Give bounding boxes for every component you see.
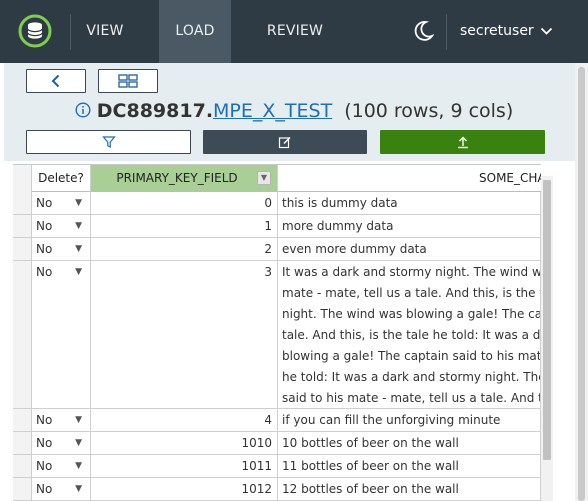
- back-button[interactable]: [26, 69, 86, 93]
- row-col-count: (100 rows, 9 cols): [344, 100, 514, 122]
- row-header[interactable]: [13, 261, 32, 409]
- delete-select[interactable]: No ▼: [32, 432, 91, 455]
- grid-header: Delete? PRIMARY_KEY_FIELD ▼ SOME_CHA: [13, 165, 541, 192]
- nav-review[interactable]: REVIEW: [252, 0, 338, 63]
- column-menu-icon[interactable]: ▼: [257, 171, 271, 185]
- some-char-cell[interactable]: 10 bottles of beer on the wall: [278, 432, 541, 455]
- cell-text-line: It was a dark and stormy night. The wind…: [282, 265, 540, 279]
- user-menu[interactable]: secretuser: [460, 0, 534, 63]
- upload-button[interactable]: [380, 130, 545, 154]
- row-header[interactable]: [13, 238, 32, 261]
- primary-key-cell[interactable]: 3: [91, 261, 278, 409]
- row-header[interactable]: [13, 455, 32, 478]
- column-header-primary-key[interactable]: PRIMARY_KEY_FIELD ▼: [91, 165, 278, 192]
- dataset-title: DC889817.MPE_X_TEST (100 rows, 9 cols): [4, 97, 584, 125]
- row-header[interactable]: [13, 215, 32, 238]
- title-dot: .: [205, 100, 214, 122]
- delete-select[interactable]: No ▼: [32, 455, 91, 478]
- primary-key-cell[interactable]: 1010: [91, 432, 278, 455]
- row-header[interactable]: [13, 478, 32, 501]
- delete-select[interactable]: No ▼: [32, 409, 91, 432]
- dark-mode-moon-icon[interactable]: [412, 20, 434, 42]
- dropdown-arrow-icon: ▼: [75, 484, 82, 494]
- some-char-cell[interactable]: this is dummy data: [278, 192, 541, 215]
- some-char-cell[interactable]: more dummy data: [278, 215, 541, 238]
- primary-key-cell[interactable]: 1012: [91, 478, 278, 501]
- nav-divider: [446, 14, 447, 50]
- grid-icon: [118, 74, 138, 88]
- some-char-cell[interactable]: even more dummy data: [278, 238, 541, 261]
- row-header[interactable]: [13, 192, 32, 215]
- app-logo-icon[interactable]: [18, 14, 52, 48]
- some-char-cell[interactable]: It was a dark and stormy night. The wind…: [278, 261, 541, 409]
- grid-vertical-scrollbar[interactable]: [541, 176, 553, 501]
- cell-text-line: night. The wind was blowing a gale! The …: [282, 307, 540, 321]
- nav-load[interactable]: LOAD: [159, 0, 231, 63]
- grid-scroll-thumb[interactable]: [543, 180, 551, 460]
- some-char-cell[interactable]: if you can fill the unforgiving minute: [278, 409, 541, 432]
- cell-text-line: mate - mate, tell us a tale. And this, i…: [282, 286, 540, 300]
- cell-text-line: said to his mate - mate, tell us a tale.…: [282, 391, 540, 405]
- filter-button[interactable]: [26, 130, 191, 154]
- column-header-delete[interactable]: Delete?: [32, 165, 91, 192]
- some-char-cell[interactable]: 11 bottles of beer on the wall: [278, 455, 541, 478]
- filter-icon: [101, 136, 116, 148]
- edit-icon: [278, 137, 291, 149]
- chevron-left-icon: [51, 74, 60, 88]
- dataset-link[interactable]: MPE_X_TEST: [213, 100, 332, 122]
- delete-select[interactable]: No ▼: [32, 192, 91, 215]
- cell-text-line: he told: It was a dark and stormy night.…: [282, 370, 540, 384]
- data-grid: Delete? PRIMARY_KEY_FIELD ▼ SOME_CHA No ▼…: [13, 164, 541, 501]
- cell-text-line: blowing a gale! The captain said to his …: [282, 349, 540, 363]
- delete-select[interactable]: No ▼: [32, 238, 91, 261]
- primary-key-cell[interactable]: 0: [91, 192, 278, 215]
- page-scroll-thumb[interactable]: [578, 67, 585, 501]
- row-header[interactable]: [13, 432, 32, 455]
- chevron-down-icon[interactable]: [540, 26, 553, 36]
- nav-view[interactable]: VIEW: [72, 0, 138, 63]
- dropdown-arrow-icon: ▼: [75, 198, 82, 208]
- primary-key-cell[interactable]: 1: [91, 215, 278, 238]
- info-icon[interactable]: [75, 102, 91, 118]
- upload-icon: [457, 136, 468, 149]
- nav-divider: [70, 14, 71, 50]
- primary-key-cell[interactable]: 4: [91, 409, 278, 432]
- top-nav: VIEW LOAD REVIEW secretuser: [0, 0, 588, 63]
- header-corner: [13, 165, 32, 192]
- dropdown-arrow-icon: ▼: [75, 461, 82, 471]
- dropdown-arrow-icon: ▼: [75, 244, 82, 254]
- delete-select[interactable]: No ▼: [32, 261, 91, 409]
- primary-key-cell[interactable]: 2: [91, 238, 278, 261]
- column-header-label: PRIMARY_KEY_FIELD: [116, 171, 238, 185]
- primary-key-cell[interactable]: 1011: [91, 455, 278, 478]
- dropdown-arrow-icon: ▼: [75, 415, 82, 425]
- column-header-some-char[interactable]: SOME_CHA: [278, 165, 541, 192]
- cell-text-line: tale. And this, is the tale he told: It …: [282, 328, 540, 342]
- edit-button[interactable]: [203, 130, 367, 154]
- delete-select[interactable]: No ▼: [32, 478, 91, 501]
- delete-select[interactable]: No ▼: [32, 215, 91, 238]
- dropdown-arrow-icon: ▼: [75, 267, 82, 277]
- grid-view-button[interactable]: [98, 69, 158, 93]
- some-char-cell[interactable]: 12 bottles of beer on the wall: [278, 478, 541, 501]
- page-scrollbar[interactable]: [575, 63, 588, 501]
- dropdown-arrow-icon: ▼: [75, 438, 82, 448]
- dropdown-arrow-icon: ▼: [75, 221, 82, 231]
- row-header[interactable]: [13, 409, 32, 432]
- library-name: DC889817: [96, 100, 206, 122]
- dataset-toolbar: DC889817.MPE_X_TEST (100 rows, 9 cols): [4, 63, 584, 161]
